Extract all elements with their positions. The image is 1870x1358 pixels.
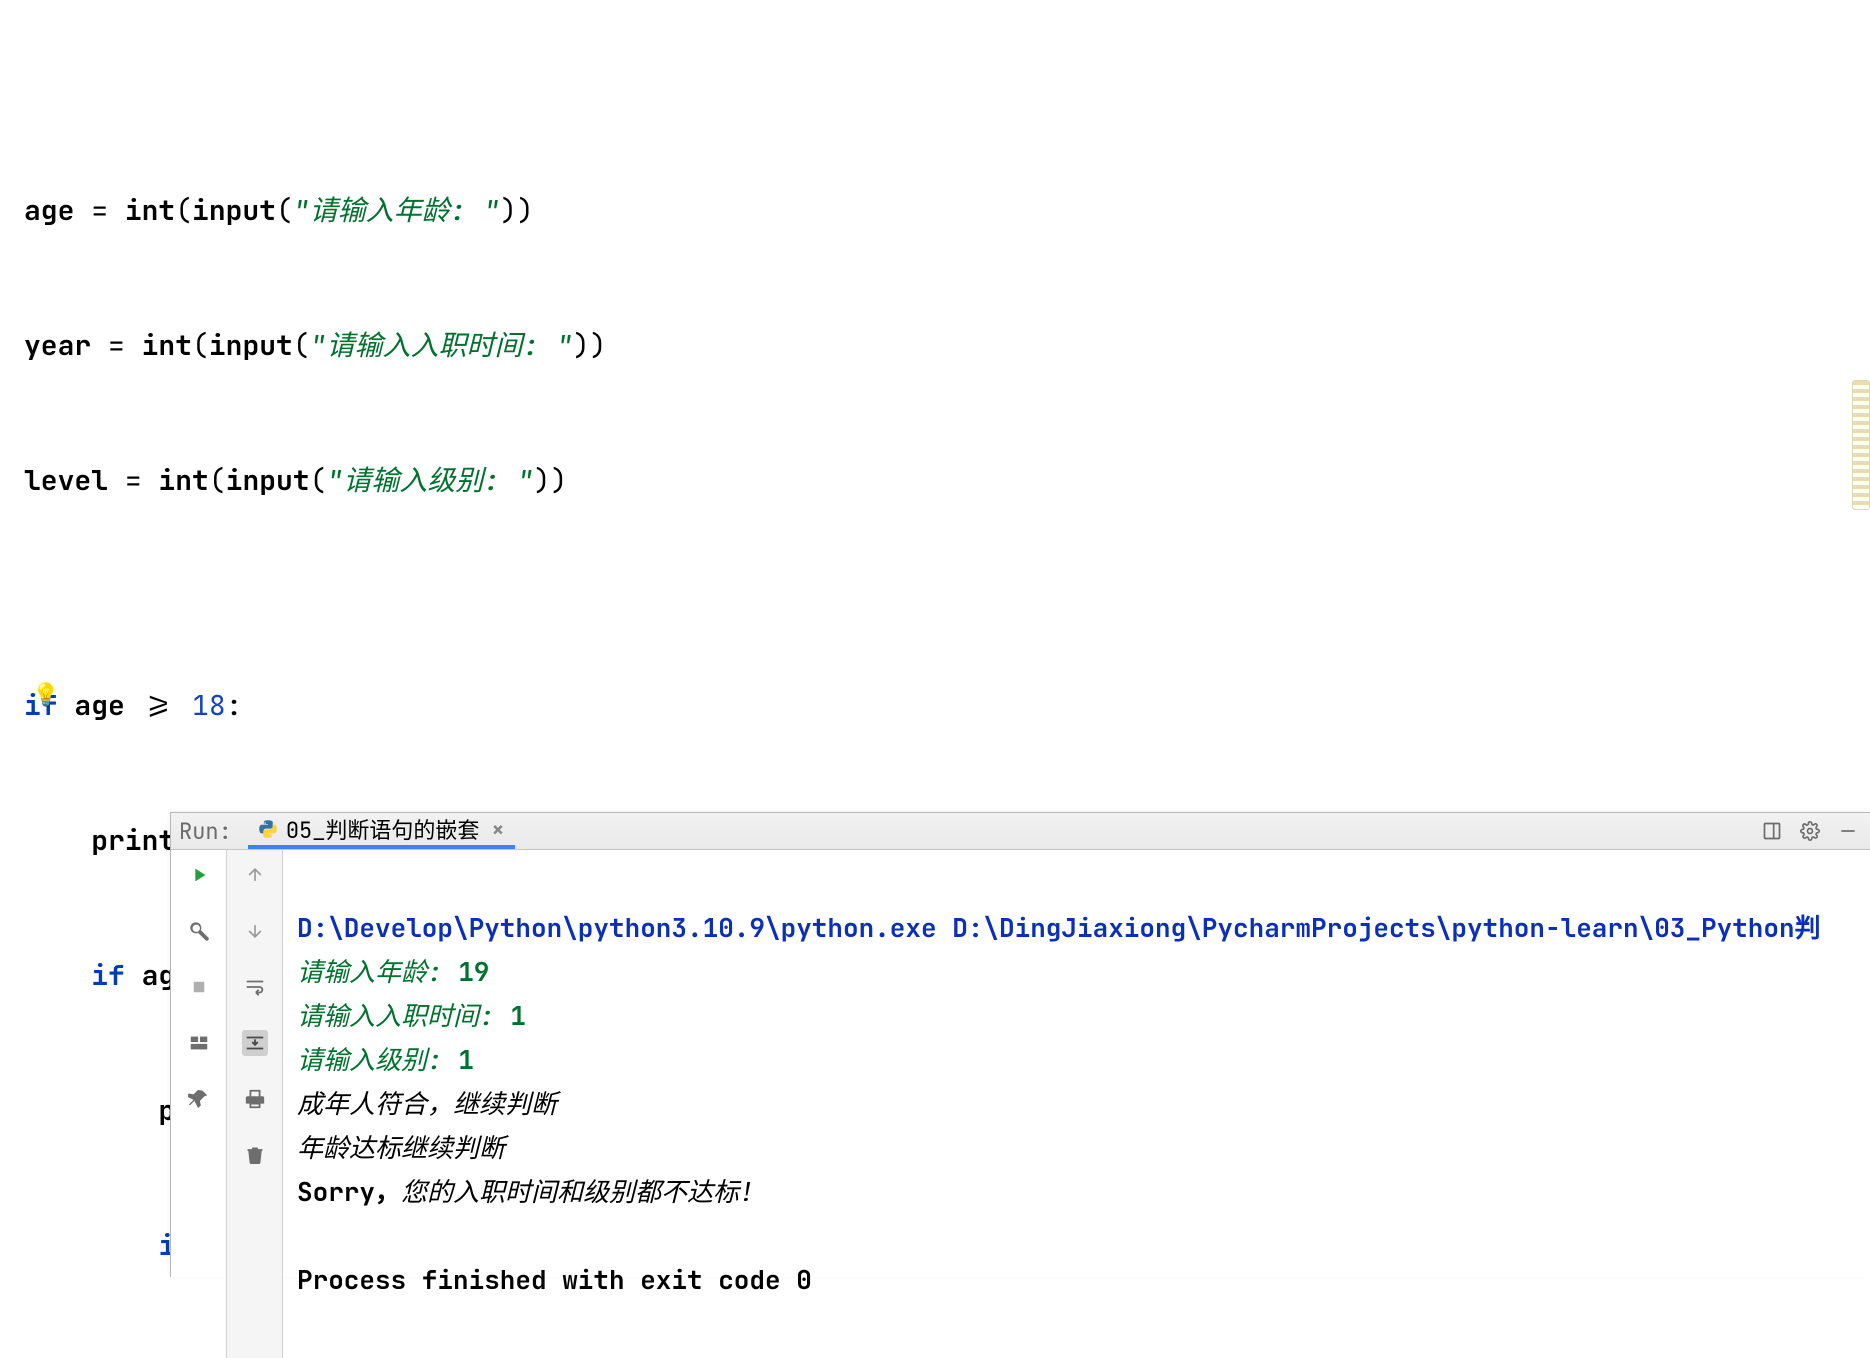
print-icon[interactable]: [242, 1086, 268, 1112]
console-stdout: 成年人符合，继续判断: [297, 1086, 557, 1121]
console-input-value: 1: [510, 998, 526, 1033]
code-line: year = int(input("请输入入职时间: ")): [24, 323, 1870, 368]
run-label: Run:: [179, 817, 238, 846]
layout-split-icon[interactable]: [186, 1030, 212, 1056]
console-prompt: 请输入级别:: [297, 1042, 458, 1077]
code-line: age = int(input("请输入年龄: ")): [24, 188, 1870, 233]
up-arrow-icon[interactable]: [242, 862, 268, 888]
run-gutter-secondary: [227, 850, 283, 1358]
minimize-icon[interactable]: [1834, 817, 1862, 845]
run-header: Run: 05_判断语句的嵌套 ×: [171, 813, 1870, 850]
scroll-to-end-icon[interactable]: [242, 1030, 268, 1056]
code-line: if age >= 18:: [24, 683, 1870, 728]
close-tab-button[interactable]: ×: [487, 815, 504, 844]
gear-icon[interactable]: [1796, 817, 1824, 845]
console-prompt: 请输入年龄:: [297, 954, 458, 989]
run-tab[interactable]: 05_判断语句的嵌套 ×: [248, 813, 515, 849]
console-input-value: 19: [458, 954, 489, 989]
down-arrow-icon[interactable]: [242, 918, 268, 944]
soft-wrap-icon[interactable]: [242, 974, 268, 1000]
console-exit-status: Process finished with exit code 0: [297, 1262, 812, 1297]
wrench-icon[interactable]: [186, 918, 212, 944]
run-tab-label: 05_判断语句的嵌套: [286, 813, 480, 845]
pin-icon[interactable]: [186, 1086, 212, 1112]
console-stdout: Sorry，: [297, 1174, 401, 1209]
run-tool-window: Run: 05_判断语句的嵌套 × D:\Dev: [170, 812, 1870, 1277]
console-command: D:\Develop\Python\python3.10.9\python.ex…: [297, 910, 1821, 945]
code-line: level = int(input("请输入级别: ")): [24, 458, 1870, 503]
stop-icon[interactable]: [186, 974, 212, 1000]
layout-icon[interactable]: [1758, 817, 1786, 845]
lightbulb-icon[interactable]: 💡: [32, 672, 54, 694]
console-prompt: 请输入入职时间:: [297, 998, 510, 1033]
error-stripe[interactable]: [1852, 380, 1870, 510]
trash-icon[interactable]: [242, 1142, 268, 1168]
rerun-icon[interactable]: [186, 862, 212, 888]
console-output[interactable]: D:\Develop\Python\python3.10.9\python.ex…: [283, 850, 1870, 1358]
python-icon: [258, 819, 278, 839]
console-stdout: 年龄达标继续判断: [297, 1130, 505, 1165]
run-gutter-primary: [171, 850, 227, 1358]
console-input-value: 1: [458, 1042, 474, 1077]
